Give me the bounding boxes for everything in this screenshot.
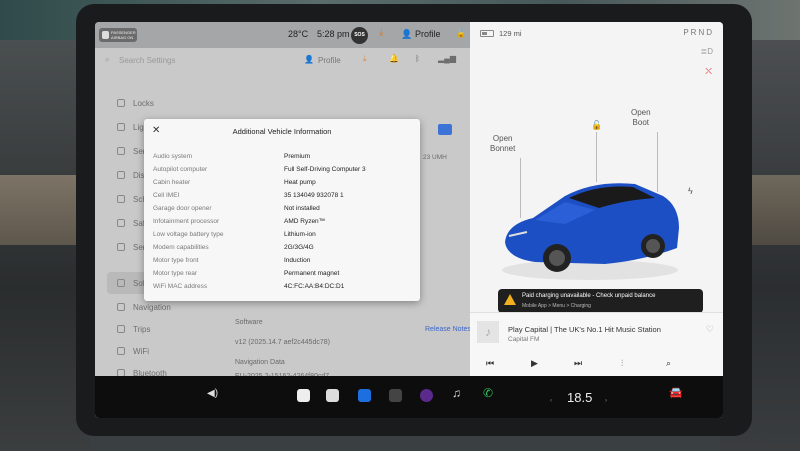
info-value: 2G/3G/4G (284, 244, 314, 251)
seatbelt-warning-icon: ⛌ (705, 66, 712, 76)
range-readout: 129 mi (499, 29, 522, 38)
search-icon[interactable]: ⌕ (666, 358, 671, 369)
outside-temperature: 28°C (288, 29, 309, 39)
bluetooth-icon[interactable] (358, 389, 371, 402)
download-icon (117, 279, 125, 287)
music-note-icon: ♪ (477, 321, 499, 343)
profile-icon[interactable]: 👤 (304, 55, 314, 64)
clock-icon (117, 195, 125, 203)
lock-icon (117, 99, 125, 107)
camera-app-icon[interactable] (420, 389, 433, 402)
phone-app-icon[interactable] (297, 389, 310, 402)
unlock-icon[interactable]: 🔓 (456, 29, 466, 38)
wrench-icon (117, 243, 125, 251)
unlock-icon[interactable]: 🔓 (591, 120, 602, 131)
next-track-button[interactable]: ⏭ (574, 358, 582, 369)
lightbulb-icon (117, 123, 125, 131)
wrench-icon (117, 147, 125, 155)
info-value: Not installed (284, 205, 320, 212)
info-key: Motor type front (153, 257, 199, 264)
vehicle-pane: 129 mi PRND ≣D ⛌ Open Bonnet Open Boot 🔓… (470, 22, 723, 313)
dialog-title: Additional Vehicle Information (232, 127, 332, 136)
info-key: Motor type rear (153, 270, 198, 277)
warning-title: Paid charging unavailable - Check unpaid… (522, 293, 656, 299)
equalizer-icon[interactable]: ⫶ (621, 358, 623, 369)
info-key: Infotainment processor (153, 218, 220, 225)
profile-label[interactable]: Profile (415, 29, 441, 39)
open-bonnet-button[interactable]: Open Bonnet (490, 134, 515, 154)
media-source: Capital FM (508, 336, 540, 343)
bluetooth-icon[interactable]: ᛒ (415, 54, 420, 63)
media-player: ♪ Play Capital | The UK's No.1 Hit Music… (470, 312, 723, 376)
info-value: 4C:FC:AA:B4:DC:D1 (284, 283, 345, 290)
profile-icon[interactable]: 👤 (401, 29, 412, 40)
display-icon (117, 171, 125, 179)
info-value: 35 134049 932078 1 (284, 192, 344, 199)
navigation-data-heading: Navigation Data (235, 359, 285, 366)
info-key: Audio system (153, 153, 193, 160)
paid-charging-warning[interactable]: Paid charging unavailable - Check unpaid… (498, 289, 703, 313)
info-value: Lithium-ion (284, 231, 316, 238)
previous-track-button[interactable]: ⏮ (486, 358, 494, 369)
car-icon[interactable]: 🚘 (669, 386, 683, 399)
temp-down-icon[interactable]: ‹ (550, 398, 552, 404)
notes-app-icon[interactable] (326, 389, 339, 402)
navigation-icon (117, 303, 125, 311)
gear-indicator: PRND (683, 28, 714, 37)
info-key: WiFi MAC address (153, 283, 208, 290)
info-key: Garage door opener (153, 205, 212, 212)
trip-icon (117, 325, 125, 333)
software-heading: Software (235, 319, 263, 326)
phone-call-icon[interactable]: ✆ (483, 386, 493, 400)
download-icon[interactable]: ⤓ (363, 54, 367, 64)
climate-temperature[interactable]: 18.5 (567, 390, 592, 405)
search-icon[interactable]: ⌕ (105, 55, 109, 65)
signal-icon: ▂▄▆ (438, 54, 456, 63)
heart-icon[interactable]: ♡ (706, 324, 714, 335)
settings-profile[interactable]: Profile (318, 56, 341, 65)
settings-search-input[interactable]: Search Settings (119, 56, 175, 65)
warning-subtitle: Mobile App > Menu > Charging (522, 303, 591, 309)
passenger-airbag-indicator: PASSENGER AIRBAG ON (99, 28, 137, 42)
info-value: Heat pump (284, 179, 316, 186)
info-value: Permanent magnet (284, 270, 340, 277)
info-value: Induction (284, 257, 311, 264)
battery-icon (480, 30, 494, 37)
info-key: Low voltage battery type (153, 231, 224, 238)
car-illustration (502, 183, 679, 280)
volume-icon[interactable]: ◀) (207, 388, 218, 399)
play-button[interactable]: ▶ (531, 358, 538, 369)
info-value: AMD Ryzen™ (284, 218, 326, 225)
status-bar: PASSENGER AIRBAG ON 28°C 5:28 pm SOS ⤓ 👤… (95, 22, 470, 48)
open-boot-button[interactable]: Open Boot (631, 108, 651, 128)
info-value: Full Self-Driving Computer 3 (284, 166, 366, 173)
temp-up-icon[interactable]: › (605, 398, 607, 404)
bell-icon[interactable]: 🔔 (389, 54, 399, 63)
software-version: v12 (2025.14.7 aef2c445dc78) (235, 339, 330, 346)
wifi-icon (117, 347, 125, 355)
touchscreen: PASSENGER AIRBAG ON 28°C 5:28 pm SOS ⤓ 👤… (95, 22, 723, 418)
info-key: Autopilot computer (153, 166, 208, 173)
download-icon[interactable]: ⤓ (379, 27, 383, 38)
sos-icon[interactable]: SOS (351, 27, 368, 44)
info-value: Premium (284, 153, 311, 160)
charge-port-icon[interactable]: ϟ (688, 186, 693, 196)
warning-icon (504, 294, 516, 305)
info-key: Cell IMEI (153, 192, 180, 199)
info-key: Modem capabilities (153, 244, 209, 251)
clock: 5:28 pm (317, 29, 350, 39)
release-notes-link[interactable]: Release Notes (425, 326, 471, 333)
shield-icon (117, 219, 125, 227)
media-title: Play Capital | The UK's No.1 Hit Music S… (508, 325, 661, 334)
info-key: Cabin heater (153, 179, 191, 186)
music-app-icon[interactable]: ♫ (452, 386, 461, 400)
vin-fragment: 23 UMH (423, 154, 447, 161)
more-apps-icon[interactable] (389, 389, 402, 402)
headlight-icon: ≣D (700, 47, 713, 56)
additional-vehicle-info-dialog: ✕ Additional Vehicle Information Audio s… (144, 119, 420, 301)
car-color-swatch (438, 124, 452, 135)
bottom-dock: ◀) ♫ ✆ ‹ 18.5 › 🚘 (95, 376, 723, 418)
